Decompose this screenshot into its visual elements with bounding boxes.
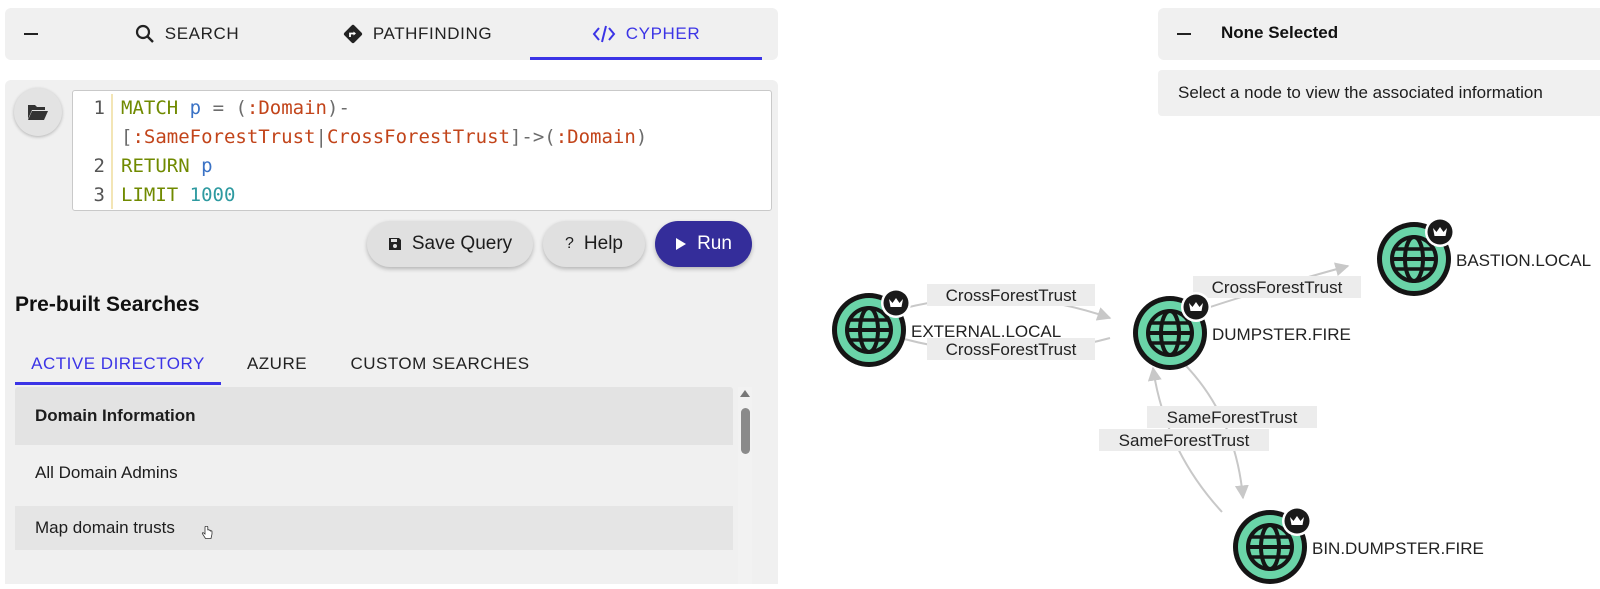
edge-label: CrossForestTrust [946,340,1077,359]
search-icon [135,24,154,43]
line-number: 2 [93,155,105,177]
route-diamond-icon [343,24,362,44]
node-label: DUMPSTER.FIRE [1212,325,1351,344]
list-scrollbar[interactable] [738,387,752,584]
code-line-1-wrap: [:SameForestTrust|CrossForestTrust]->(:D… [121,126,648,148]
edge-label: CrossForestTrust [946,286,1077,305]
cypher-panel: 1 2 3 MATCH p = (:Domain)- [:SameForestTr… [5,80,778,584]
prebuilt-title: Pre-built Searches [15,293,200,316]
edge-label: CrossForestTrust [1212,278,1343,297]
node-info-header: None Selected [1158,8,1600,60]
tab-active-directory[interactable]: ACTIVE DIRECTORY [15,342,221,385]
list-item[interactable]: All Domain Admins [15,445,733,501]
open-folder-button[interactable] [14,88,62,136]
node-label: EXTERNAL.LOCAL [911,322,1061,341]
minus-icon [24,33,38,35]
edge-label: SameForestTrust [1119,431,1250,450]
help-button[interactable]: ? Help [543,221,645,267]
help-label: Help [583,233,623,254]
node-bin-dumpster-fire[interactable]: BIN.DUMPSTER.FIRE [1231,506,1484,586]
node-label: BASTION.LOCAL [1456,251,1591,270]
run-label: Run [697,233,732,254]
tab-pathfinding-label: PATHFINDING [372,24,493,43]
node-label: BIN.DUMPSTER.FIRE [1312,539,1484,558]
run-button[interactable]: Run [655,221,752,267]
list-item[interactable]: Map domain trusts [15,506,733,550]
list-category-header: Domain Information [15,387,733,445]
info-message: Select a node to view the associated inf… [1158,70,1600,116]
tab-pathfinding[interactable]: PATHFINDING [325,8,510,60]
editor-gutter: 1 2 3 [73,94,113,209]
info-title: None Selected [1221,23,1339,42]
tab-cypher[interactable]: CYPHER [530,8,762,60]
tab-search-label: SEARCH [164,24,240,43]
question-icon: ? [565,235,574,252]
code-line-2: RETURN p [121,155,213,177]
tab-azure[interactable]: AZURE [229,342,325,385]
code-line-3: LIMIT 1000 [121,184,236,206]
code-line-1: MATCH p = (:Domain)- [121,97,350,119]
list-item-partial[interactable] [15,553,733,584]
line-number: 3 [93,184,105,206]
query-code[interactable]: MATCH p = (:Domain)- [:SameForestTrust|Cr… [121,94,647,210]
pointer-hand-icon [201,526,213,539]
scroll-thumb[interactable] [741,408,750,454]
play-icon [676,238,687,250]
info-collapse-button[interactable] [1172,22,1196,46]
node-bastion-local[interactable]: BASTION.LOCAL [1375,217,1591,298]
tab-custom-searches[interactable]: CUSTOM SEARCHES [335,342,545,385]
tab-search[interactable]: SEARCH [102,8,272,60]
save-query-label: Save Query [411,233,513,254]
edge-label: SameForestTrust [1167,408,1298,427]
collapse-button[interactable] [19,22,43,46]
code-icon [592,25,616,43]
tab-cypher-label: CYPHER [625,24,701,43]
prebuilt-query-list: Domain Information All Domain Admins Map… [15,385,733,584]
line-number: 1 [93,97,105,119]
folder-open-icon [28,105,48,120]
save-icon [388,238,401,250]
node-dumpster-fire[interactable]: DUMPSTER.FIRE [1131,292,1351,372]
query-sidebar: SEARCH PATHFINDING CYPHER 1 2 3 MATCH p … [0,0,784,584]
cypher-editor[interactable]: 1 2 3 MATCH p = (:Domain)- [:SameForestTr… [72,90,772,211]
save-query-button[interactable]: Save Query [367,221,533,267]
minus-icon [1177,33,1191,35]
scroll-up-arrow-icon[interactable] [740,390,750,397]
top-tab-bar: SEARCH PATHFINDING CYPHER [5,8,778,60]
